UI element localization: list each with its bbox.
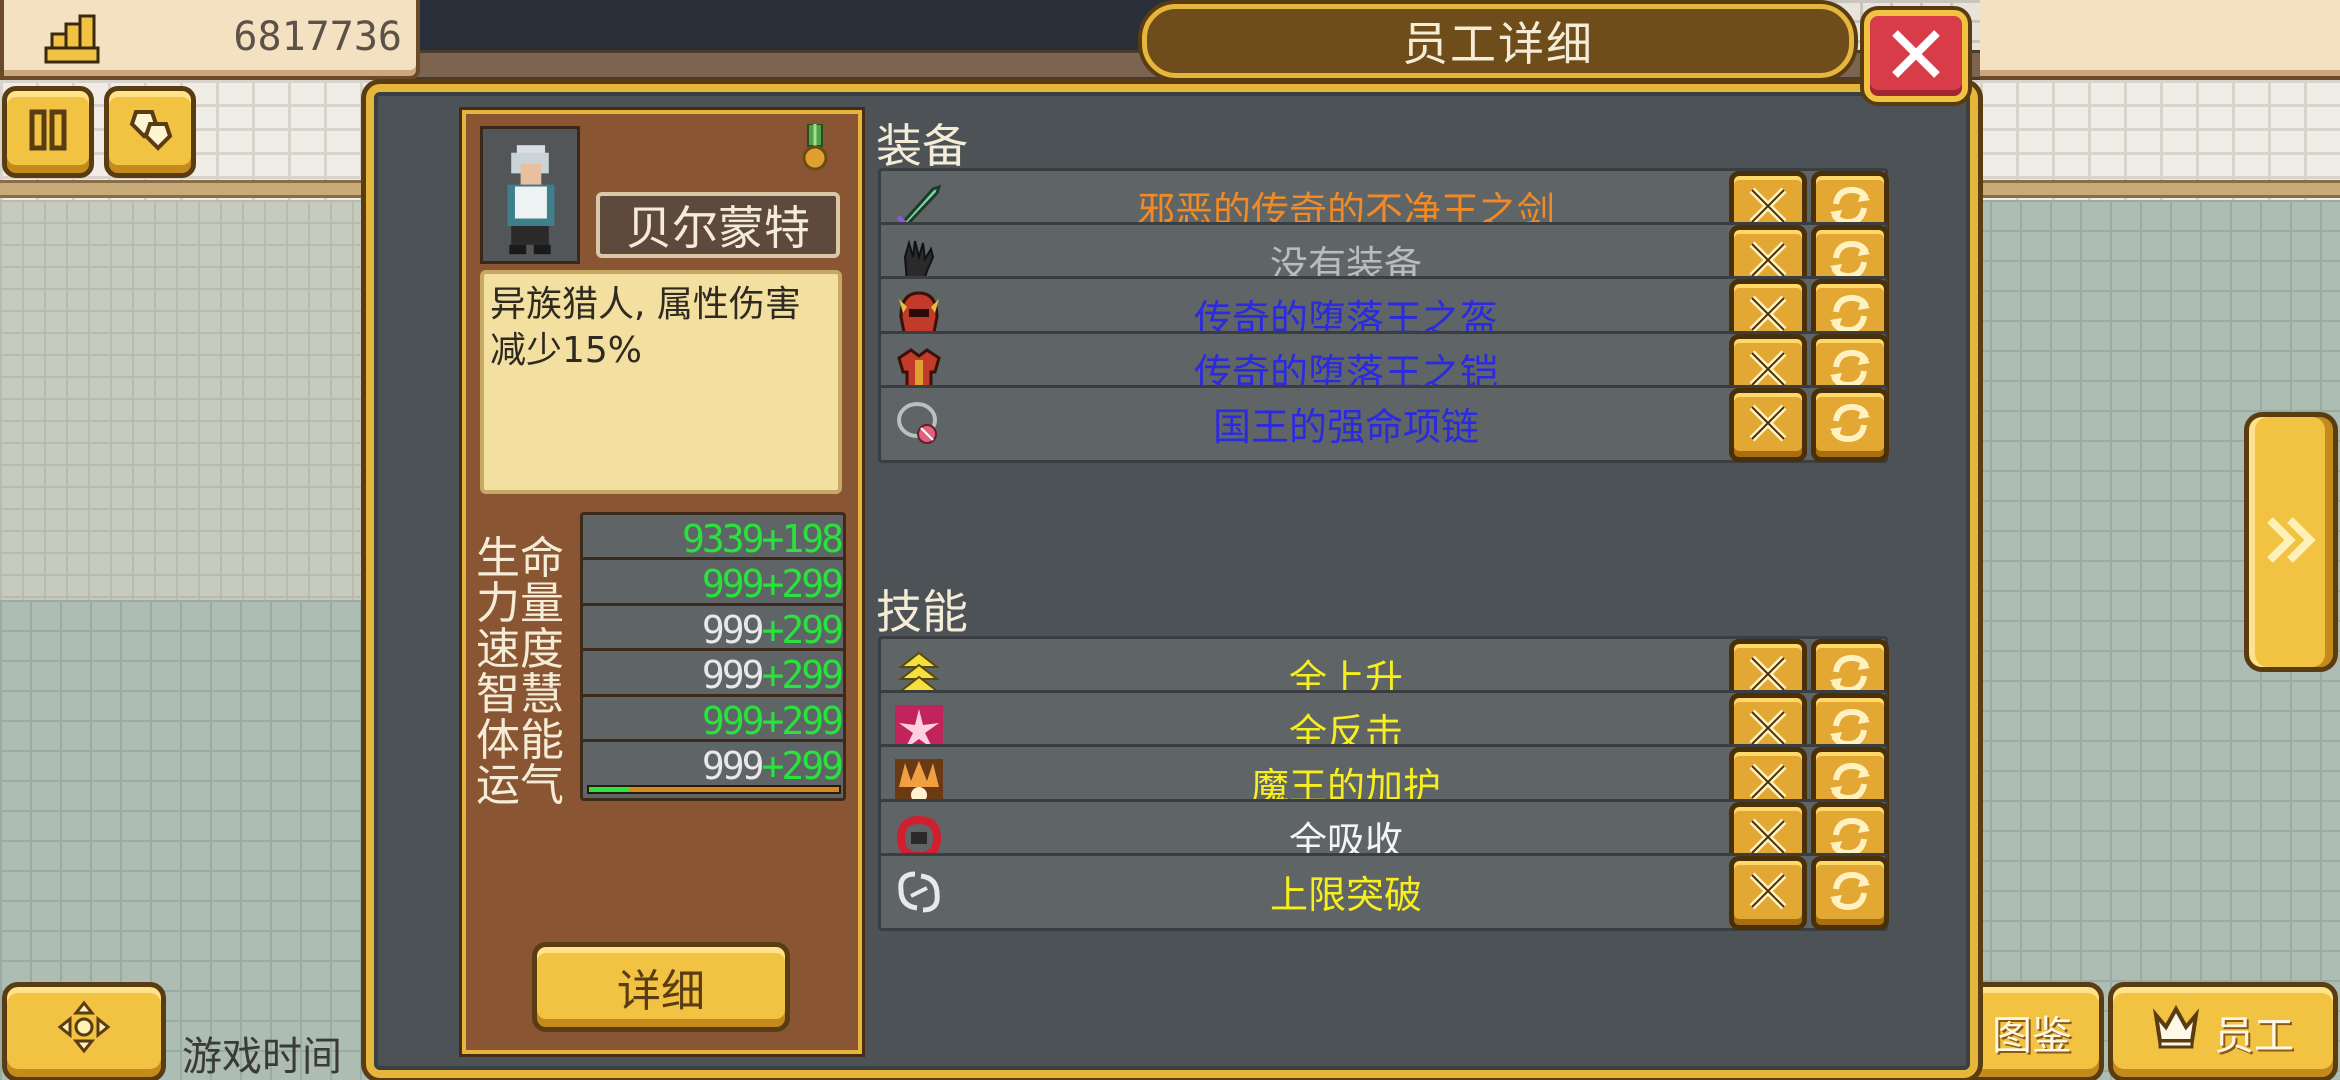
- move-button[interactable]: [2, 982, 166, 1080]
- staff-label: 员工: [2214, 1013, 2294, 1059]
- skill-row[interactable]: 上限突破: [878, 852, 1889, 931]
- skill-remove-button[interactable]: [1729, 855, 1807, 930]
- stat-bonus-value: +299: [761, 653, 843, 698]
- stat-row: 运气 999+299: [476, 739, 846, 811]
- pause-icon: [20, 102, 76, 162]
- limit-break-icon: [893, 866, 945, 918]
- skill-swap-button[interactable]: [1811, 855, 1889, 930]
- stat-base-value: 999: [701, 653, 765, 698]
- close-button[interactable]: [1864, 10, 1968, 102]
- stat-value: 9339+198: [681, 517, 844, 561]
- stat-base-value: 999: [701, 698, 765, 743]
- gems-button[interactable]: [104, 86, 196, 178]
- stat-base-value: 999: [701, 744, 765, 788]
- stat-base-value: 999: [701, 607, 765, 652]
- stat-progress-track: [587, 785, 841, 794]
- stat-bonus-value: +198: [761, 517, 843, 561]
- money-bar: 6817736: [0, 0, 420, 80]
- skill-name: 上限突破: [1269, 873, 1422, 918]
- money-value: 6817736: [233, 14, 402, 60]
- equipment-name: 国王的强命项链: [1212, 405, 1479, 450]
- remove-icon: [1746, 401, 1790, 449]
- move-icon: [56, 999, 112, 1065]
- necklace-icon: [893, 398, 945, 450]
- game-time-label: 游戏时间: [182, 1034, 342, 1080]
- character-description: 异族猎人, 属性伤害减少15%: [480, 270, 842, 494]
- dialog-title: 员工详细: [1402, 17, 1594, 71]
- detail-button[interactable]: 详细: [532, 942, 790, 1032]
- stat-bar: 999+299: [580, 739, 846, 801]
- stat-bonus-value: +299: [761, 607, 843, 652]
- equipment-row[interactable]: 国王的强命项链: [878, 384, 1889, 463]
- stat-bonus-value: +299: [761, 698, 843, 743]
- gold-bars-icon: [44, 14, 100, 64]
- close-icon: [1887, 25, 1945, 87]
- top-right-bar: [1980, 0, 2340, 80]
- stat-value: 999+299: [701, 607, 844, 652]
- skills-section-title: 技能: [876, 585, 968, 639]
- encyclopedia-label: 图鉴: [1992, 1013, 2072, 1059]
- character-name: 贝尔蒙特: [596, 192, 840, 258]
- character-portrait: [480, 126, 580, 264]
- gems-icon: [122, 102, 178, 162]
- scroll-right-button[interactable]: [2244, 412, 2338, 672]
- stat-value: 999+299: [701, 698, 844, 743]
- encyclopedia-button[interactable]: 图鉴: [1960, 982, 2104, 1080]
- medal-icon: [800, 123, 830, 174]
- detail-button-label: 详细: [617, 966, 705, 1017]
- stat-bonus-value: +299: [761, 562, 843, 607]
- equipment-remove-button[interactable]: [1729, 387, 1807, 462]
- dialog-title-bar: 员工详细: [1142, 4, 1854, 78]
- stat-label: 运气: [476, 760, 564, 811]
- stat-value: 999+299: [701, 562, 844, 607]
- stat-value: 999+299: [701, 744, 844, 788]
- pause-button[interactable]: [2, 86, 94, 178]
- swap-icon: [1828, 401, 1872, 449]
- stat-progress-fill: [589, 787, 629, 792]
- stat-base-value: 999: [701, 562, 765, 607]
- swap-icon: [1828, 869, 1872, 917]
- equipment-section-title: 装备: [876, 119, 968, 173]
- stat-base-value: 9339: [681, 517, 764, 561]
- equipment-swap-button[interactable]: [1811, 387, 1889, 462]
- stat-bonus-value: +299: [761, 744, 843, 788]
- stat-value: 999+299: [701, 653, 844, 698]
- staff-button[interactable]: 员工: [2108, 982, 2338, 1080]
- crown-icon: [2152, 1004, 2200, 1059]
- double-chevron-right-icon: [2264, 516, 2318, 568]
- remove-icon: [1746, 869, 1790, 917]
